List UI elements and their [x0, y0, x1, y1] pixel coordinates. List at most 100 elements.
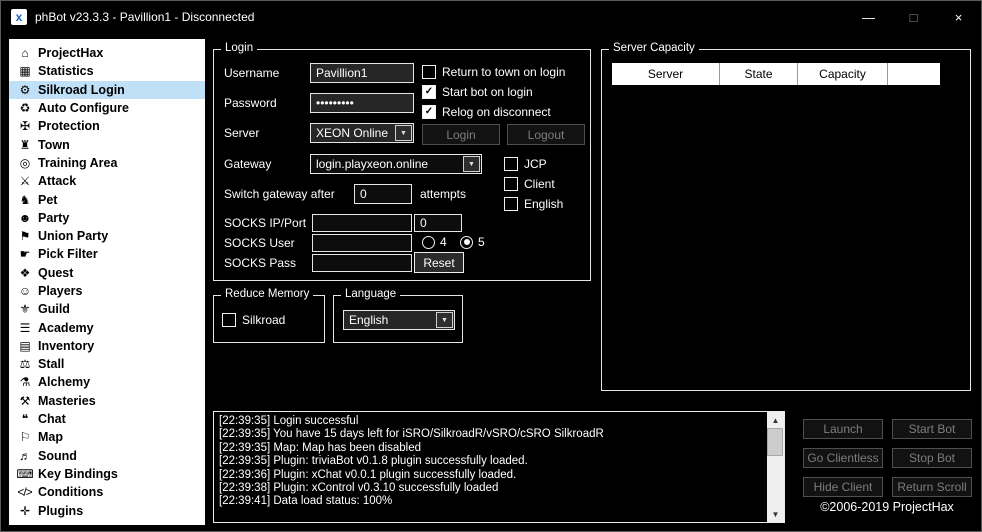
app-window: x phBot v23.3.3 - Pavillion1 - Disconnec…	[0, 0, 982, 532]
sidebar-item-key-bindings[interactable]: ⌨ Key Bindings	[9, 465, 205, 483]
window-title: phBot v23.3.3 - Pavillion1 - Disconnecte…	[35, 10, 255, 24]
sidebar-item-label: ProjectHax	[38, 46, 104, 61]
language-select[interactable]: English ▼	[343, 310, 455, 330]
sidebar-item-party[interactable]: ☻ Party	[9, 209, 205, 227]
checkbox-label: Silkroad	[242, 313, 286, 327]
chevron-down-icon: ▼	[395, 125, 412, 141]
jcp-checkbox[interactable]: JCP	[504, 157, 547, 171]
column-capacity[interactable]: Capacity	[798, 63, 888, 85]
sidebar-item-quest[interactable]: ❖ Quest	[9, 264, 205, 282]
username-label: Username	[224, 66, 280, 80]
return-scroll-button[interactable]: Return Scroll	[892, 477, 972, 497]
sidebar-item-statistics[interactable]: ▦ Statistics	[9, 62, 205, 80]
stall-icon: ⚖	[19, 357, 31, 372]
english-checkbox[interactable]: English	[504, 197, 563, 211]
checkbox-label: Start bot on login	[442, 85, 533, 99]
socks-port-input[interactable]	[414, 214, 462, 232]
gateway-select[interactable]: login.playxeon.online ▼	[310, 154, 482, 174]
close-button[interactable]: ×	[936, 1, 981, 33]
scroll-up-icon[interactable]: ▲	[767, 412, 784, 428]
sidebar-item-label: Town	[38, 137, 70, 152]
silkroad-checkbox[interactable]: Silkroad	[222, 313, 285, 327]
logout-button[interactable]: Logout	[507, 124, 585, 145]
sidebar-item-town[interactable]: ♜ Town	[9, 135, 205, 153]
sidebar-item-silkroad-login[interactable]: ⚙ Silkroad Login	[9, 80, 205, 99]
stop-bot-button[interactable]: Stop Bot	[892, 448, 972, 468]
relog-on-disconnect-checkbox[interactable]: Relog on disconnect	[422, 105, 551, 119]
sidebar: ⌂ ProjectHax ▦ Statistics ⚙ Silkroad Log…	[9, 39, 205, 525]
go-clientless-button[interactable]: Go Clientless	[803, 448, 883, 468]
server-select-value: XEON Online	[316, 126, 389, 140]
password-input[interactable]	[310, 93, 414, 113]
sidebar-item-label: Stall	[38, 357, 65, 372]
maximize-button[interactable]: □	[891, 1, 936, 33]
sidebar-item-pick-filter[interactable]: ☛ Pick Filter	[9, 245, 205, 263]
projecthax-icon: ⌂	[21, 46, 28, 61]
column-state[interactable]: State	[720, 63, 798, 85]
username-input[interactable]	[310, 63, 414, 83]
key-bindings-icon: ⌨	[16, 466, 33, 481]
scroll-thumb[interactable]	[767, 428, 783, 456]
gateway-select-value: login.playxeon.online	[316, 157, 429, 171]
sidebar-item-alchemy[interactable]: ⚗ Alchemy	[9, 373, 205, 391]
start-bot-button[interactable]: Start Bot	[892, 419, 972, 439]
client-checkbox[interactable]: Client	[504, 177, 555, 191]
start-bot-on-login-checkbox[interactable]: Start bot on login	[422, 85, 533, 99]
gateway-label: Gateway	[224, 157, 272, 171]
silkroad-login-icon: ⚙	[19, 82, 31, 97]
server-select[interactable]: XEON Online ▼	[310, 123, 414, 143]
language-select-value: English	[349, 313, 389, 327]
sidebar-item-chat[interactable]: ❝ Chat	[9, 410, 205, 428]
sidebar-item-label: Pet	[38, 192, 58, 207]
chevron-down-icon: ▼	[436, 312, 453, 328]
checkbox-label: JCP	[524, 157, 547, 171]
sidebar-item-sound[interactable]: ♬ Sound	[9, 447, 205, 465]
sidebar-item-inventory[interactable]: ▤ Inventory	[9, 337, 205, 355]
reset-button[interactable]: Reset	[414, 252, 464, 273]
sidebar-item-plugins[interactable]: ✛ Plugins	[9, 501, 205, 519]
log-output[interactable]: [22:39:35] Login successful [22:39:35] Yo…	[213, 411, 785, 523]
socks-version-5-radio[interactable]: 5	[460, 235, 485, 249]
hide-client-button[interactable]: Hide Client	[803, 477, 883, 497]
scroll-down-icon[interactable]: ▼	[767, 506, 784, 522]
login-groupbox-title: Login	[221, 42, 258, 54]
socks-ip-input[interactable]	[312, 214, 412, 232]
sidebar-item-label: Union Party	[38, 229, 109, 244]
return-to-town-checkbox[interactable]: Return to town on login	[422, 65, 565, 79]
inventory-icon: ▤	[19, 338, 30, 353]
app-icon: x	[11, 9, 27, 25]
sidebar-item-projecthax[interactable]: ⌂ ProjectHax	[9, 44, 205, 62]
sidebar-item-map[interactable]: ⚐ Map	[9, 428, 205, 446]
sidebar-item-label: Plugins	[38, 503, 84, 518]
pick-filter-icon: ☛	[19, 247, 31, 262]
column-server[interactable]: Server	[612, 63, 720, 85]
socks-version-4-radio[interactable]: 4	[422, 235, 447, 249]
socks-pass-input[interactable]	[312, 254, 412, 272]
minimize-button[interactable]: —	[846, 1, 891, 33]
sidebar-item-pet[interactable]: ♞ Pet	[9, 190, 205, 208]
sidebar-item-protection[interactable]: ✠ Protection	[9, 117, 205, 135]
sidebar-item-auto-configure[interactable]: ♻ Auto Configure	[9, 99, 205, 117]
protection-icon: ✠	[19, 119, 30, 134]
party-icon: ☻	[18, 210, 32, 225]
sidebar-item-attack[interactable]: ⚔ Attack	[9, 172, 205, 190]
checkbox-label: Relog on disconnect	[442, 105, 551, 119]
sidebar-item-training-area[interactable]: ◎ Training Area	[9, 154, 205, 172]
sidebar-item-academy[interactable]: ☰ Academy	[9, 318, 205, 336]
password-label: Password	[224, 96, 277, 110]
sidebar-item-conditions[interactable]: </> Conditions	[9, 483, 205, 501]
login-button[interactable]: Login	[422, 124, 500, 145]
map-icon: ⚐	[19, 430, 31, 445]
socks-user-input[interactable]	[312, 234, 412, 252]
launch-button[interactable]: Launch	[803, 419, 883, 439]
server-label: Server	[224, 126, 260, 140]
sidebar-item-label: Sound	[38, 448, 77, 463]
log-scrollbar[interactable]: ▲ ▼	[767, 412, 784, 522]
sidebar-item-stall[interactable]: ⚖ Stall	[9, 355, 205, 373]
sidebar-item-masteries[interactable]: ⚒ Masteries	[9, 392, 205, 410]
sidebar-item-guild[interactable]: ⚜ Guild	[9, 300, 205, 318]
socks-ip-label: SOCKS IP/Port	[224, 216, 307, 230]
switch-gateway-input[interactable]	[354, 184, 412, 204]
sidebar-item-union-party[interactable]: ⚑ Union Party	[9, 227, 205, 245]
sidebar-item-players[interactable]: ☺ Players	[9, 282, 205, 300]
